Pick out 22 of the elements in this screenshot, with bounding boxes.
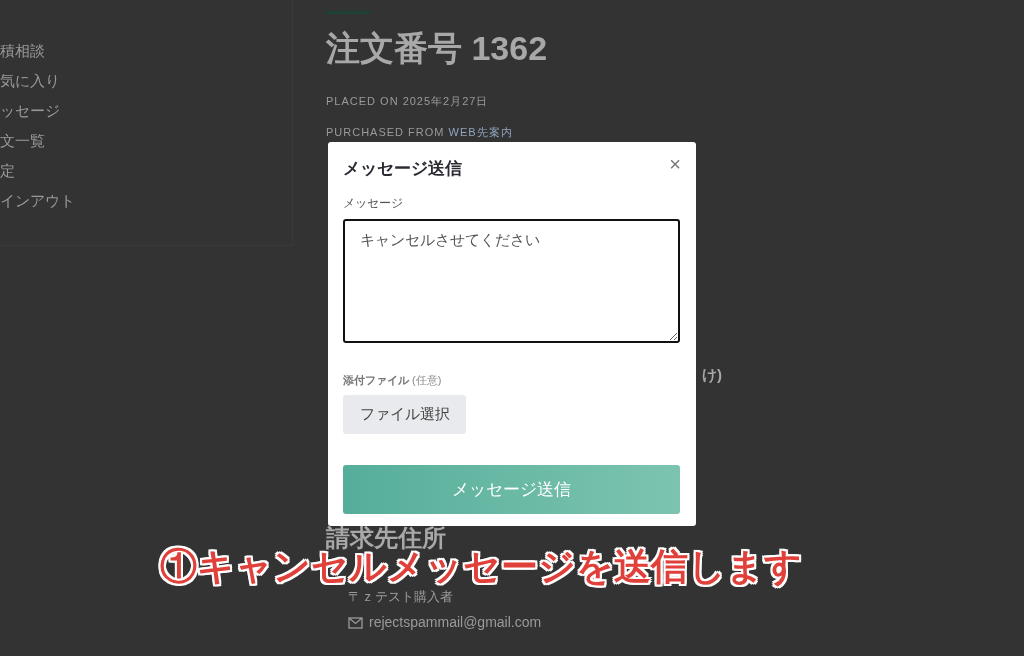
billing-email: rejectspammail@gmail.com xyxy=(369,613,542,632)
sidebar-item[interactable]: ッセージ xyxy=(0,101,60,120)
sidebar-item[interactable]: 定 xyxy=(0,161,15,180)
mail-icon xyxy=(348,616,363,629)
sidebar-item[interactable]: 積相談 xyxy=(0,41,45,60)
file-select-button[interactable]: ファイル選択 xyxy=(343,395,466,434)
close-button[interactable]: × xyxy=(669,154,681,174)
attachment-label: 添付ファイル xyxy=(343,372,409,388)
message-label: メッセージ xyxy=(343,194,404,212)
message-field[interactable]: キャンセルさせてください xyxy=(343,218,680,343)
attachment-hint: (任意) xyxy=(412,372,442,388)
store-link[interactable]: WEB先案内 xyxy=(448,123,513,140)
placed-on-text: PLACED ON 2025年2月27日 xyxy=(326,94,490,109)
sidebar-item[interactable]: インアウト xyxy=(0,191,75,210)
dialog-title: メッセージ送信 xyxy=(343,158,462,180)
sidebar-item[interactable]: 文一覧 xyxy=(0,131,45,150)
billing-name: 〒 z テスト購入者 xyxy=(348,587,454,606)
sidebar-item[interactable]: 気に入り xyxy=(0,71,60,90)
purchased-from-label: PURCHASED FROM xyxy=(326,124,445,140)
partial-text: け) xyxy=(702,365,722,385)
send-message-button[interactable]: メッセージ送信 xyxy=(343,465,680,514)
order-title: 注文番号 1362 xyxy=(326,28,549,68)
